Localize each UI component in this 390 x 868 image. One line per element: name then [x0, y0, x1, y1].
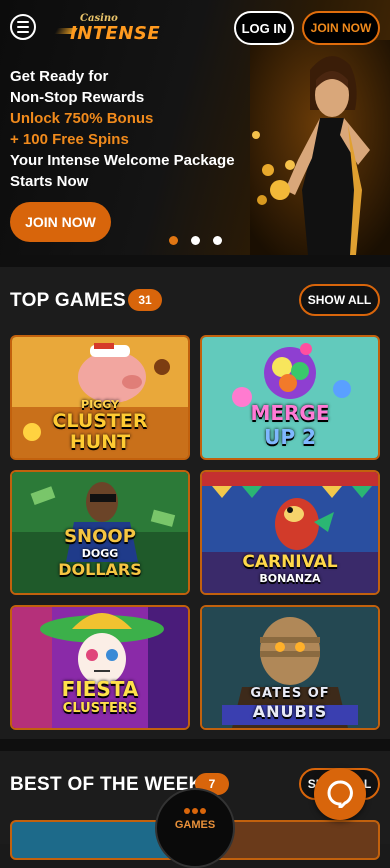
- game-tile-gates-of-anubis[interactable]: GATES OF ANUBIS: [200, 605, 380, 730]
- hero-subline-1: Your Intense Welcome Package: [10, 152, 235, 169]
- hero-bonus-text: Unlock 750% Bonus: [10, 110, 154, 127]
- game-title-line: PIGGY: [81, 398, 119, 411]
- game-title-line: CLUSTER: [52, 410, 148, 432]
- carousel-dots: [169, 236, 222, 245]
- game-title-line: CARNIVAL: [242, 552, 338, 572]
- show-all-button[interactable]: SHOW ALL: [299, 284, 380, 316]
- carousel-dot[interactable]: [169, 236, 178, 245]
- chat-button[interactable]: [314, 768, 366, 820]
- hero-subline-2: Starts Now: [10, 173, 89, 190]
- game-title-line: UP 2: [264, 425, 316, 449]
- hero-headline-1: Get Ready for: [10, 68, 109, 85]
- section-divider: [0, 255, 390, 267]
- login-button[interactable]: LOG IN: [234, 11, 294, 45]
- casino-logo[interactable]: Casino INTENSE: [54, 10, 168, 46]
- section-title: TOP GAMES: [10, 290, 127, 311]
- hero-spins-text: + 100 Free Spins: [10, 131, 129, 148]
- game-tile-merge-up-2[interactable]: MERGE UP 2: [200, 335, 380, 460]
- top-games-section: TOP GAMES 31 SHOW ALL PIGGY CLUSTER HUNT: [0, 267, 390, 739]
- hamburger-icon[interactable]: [10, 14, 36, 40]
- game-tile-fiesta-clusters[interactable]: FIESTA CLUSTERS: [10, 605, 190, 730]
- game-title-line: BONANZA: [259, 572, 321, 585]
- game-title-line: FIESTA: [61, 677, 139, 701]
- chat-icon: [327, 780, 353, 808]
- header-join-button[interactable]: JOIN NOW: [302, 11, 380, 45]
- game-tile-carnival-bonanza[interactable]: CARNIVAL BONANZA: [200, 470, 380, 595]
- game-tile-snoop-dogg-dollars[interactable]: SNOOP DOGG DOLLARS: [10, 470, 190, 595]
- game-title-line: MERGE: [250, 401, 330, 425]
- game-title-line: ANUBIS: [252, 702, 328, 721]
- game-tile-piggy-cluster-hunt[interactable]: PIGGY CLUSTER HUNT: [10, 335, 190, 460]
- hero-join-button[interactable]: JOIN NOW: [10, 202, 111, 242]
- game-title-line: HUNT: [69, 431, 131, 453]
- game-title-line: SNOOP: [64, 526, 136, 547]
- game-title-line: GATES OF: [250, 686, 330, 701]
- game-title-line: DOGG: [81, 547, 119, 560]
- carousel-dot[interactable]: [191, 236, 200, 245]
- games-count-badge: 31: [128, 289, 162, 311]
- top-header: Casino INTENSE LOG IN JOIN NOW: [0, 0, 390, 56]
- game-title-line: CLUSTERS: [62, 701, 138, 716]
- dots-icon: [184, 808, 206, 814]
- games-nav-button[interactable]: GAMES: [155, 788, 235, 868]
- games-nav-label: GAMES: [174, 819, 216, 831]
- section-divider: [0, 739, 390, 751]
- hero-model-image: [250, 40, 390, 255]
- logo-big-text: INTENSE: [70, 23, 161, 44]
- carousel-dot[interactable]: [213, 236, 222, 245]
- game-title-line: DOLLARS: [58, 560, 142, 579]
- hero-headline-2: Non-Stop Rewards: [10, 89, 145, 106]
